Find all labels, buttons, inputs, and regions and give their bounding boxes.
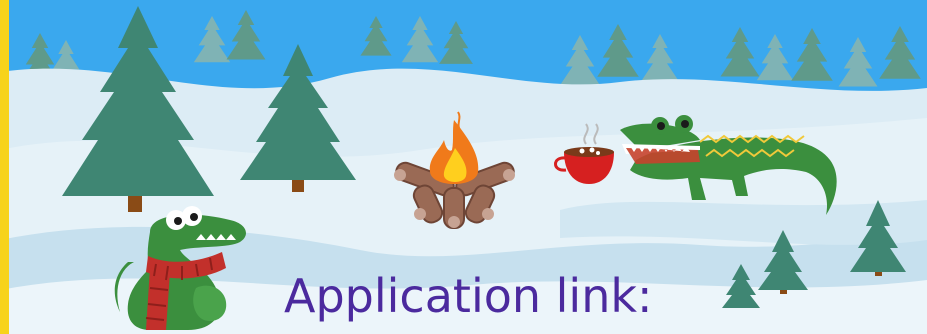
left-accent-stripe	[0, 0, 9, 334]
application-link-heading: Application link:	[284, 269, 653, 323]
winter-banner: Application link:	[0, 0, 927, 334]
